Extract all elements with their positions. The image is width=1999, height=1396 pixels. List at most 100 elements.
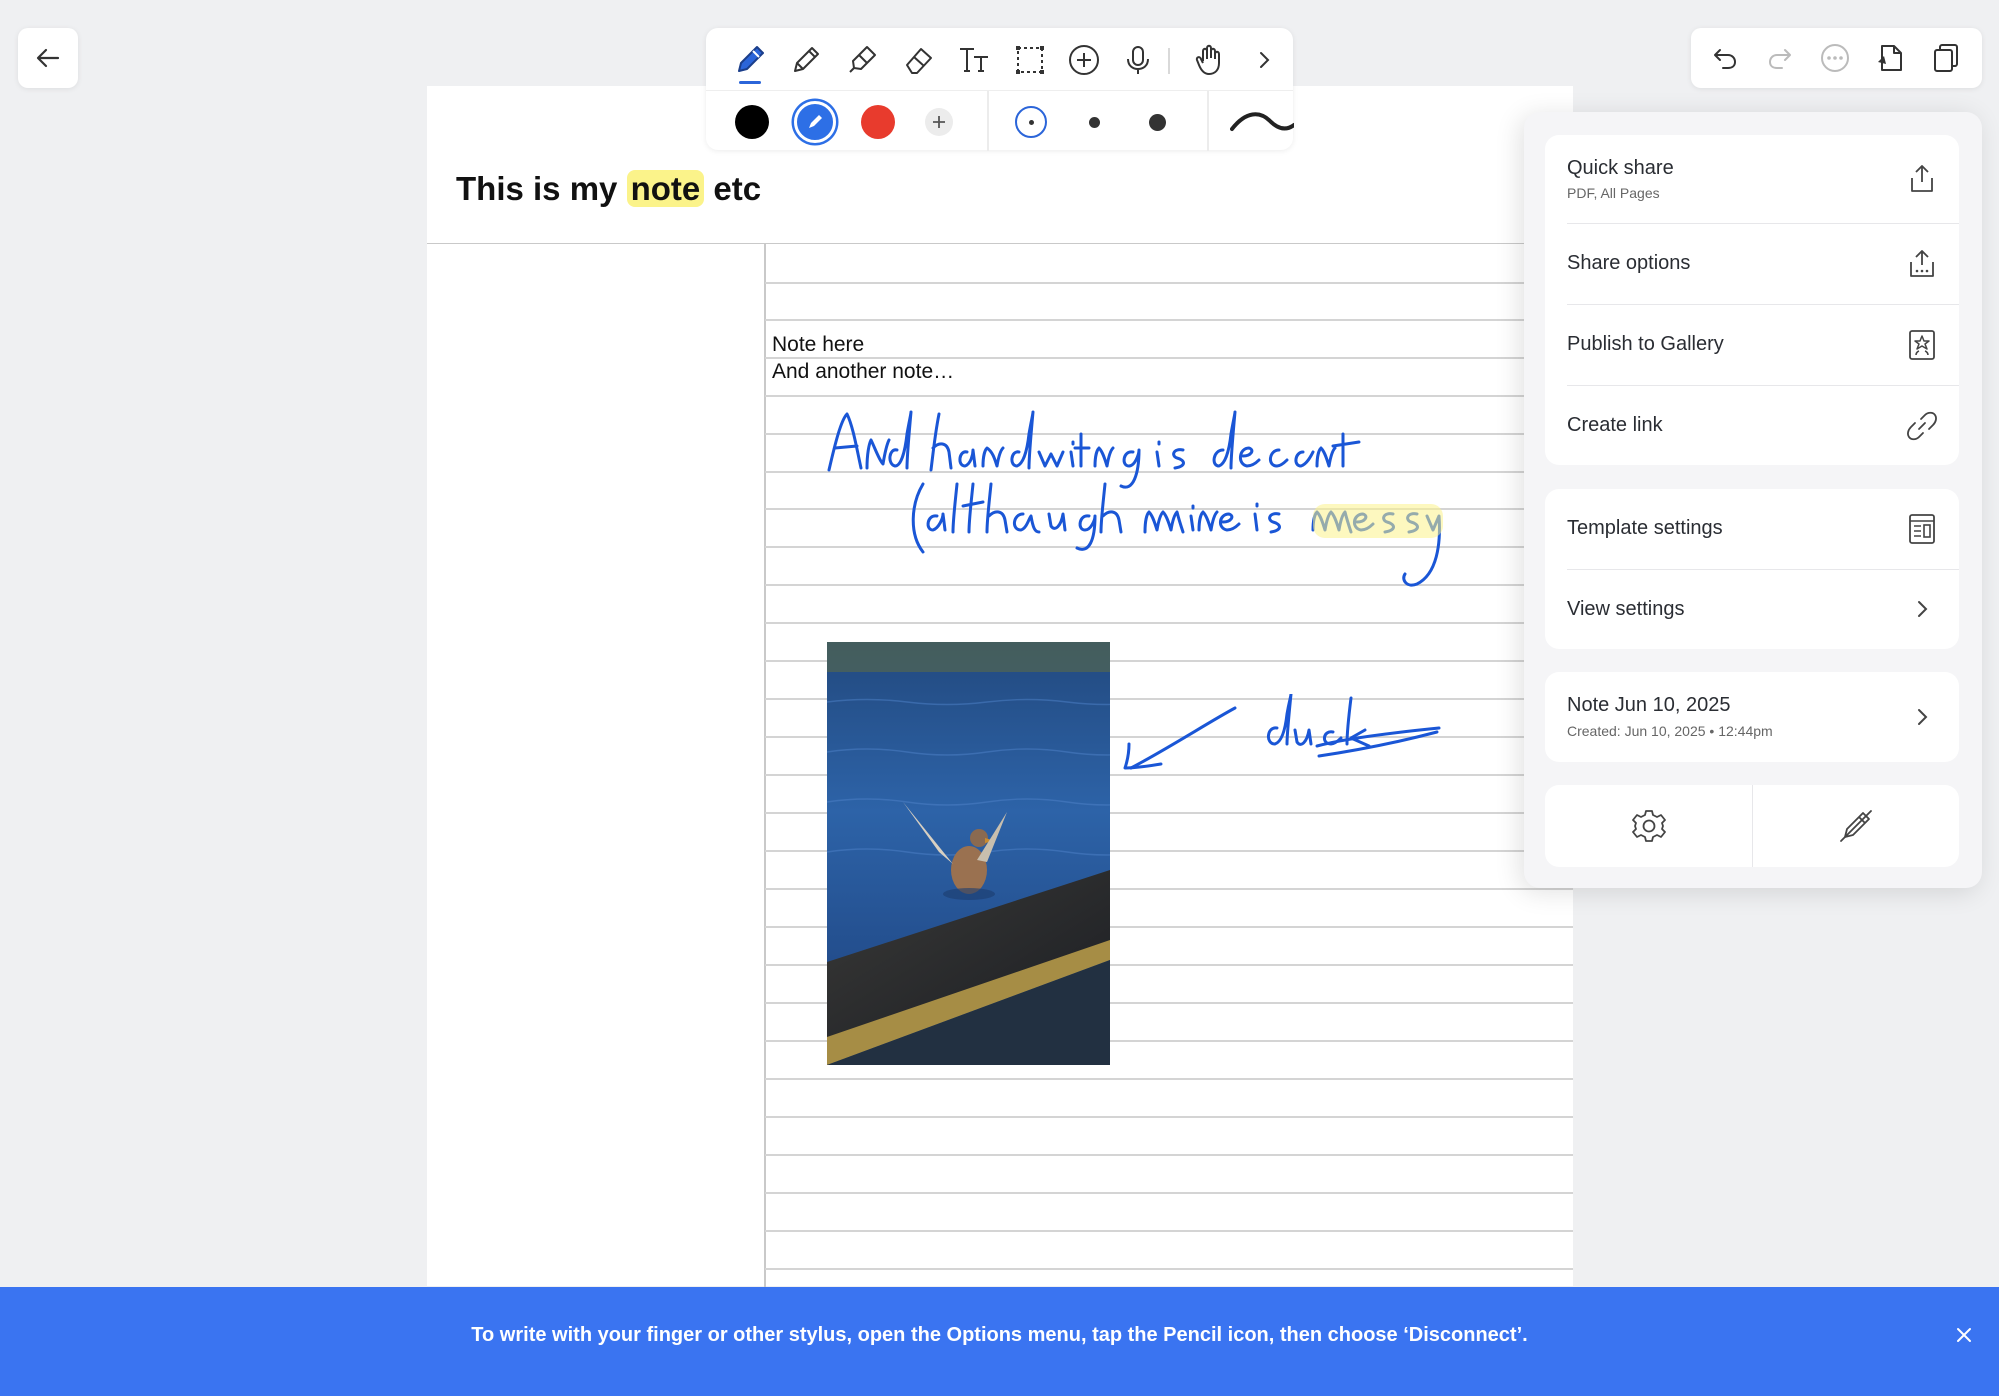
publish-gallery-item[interactable]: Publish to Gallery — [1545, 305, 1959, 385]
share-options-icon — [1905, 247, 1939, 281]
duck-photo[interactable] — [827, 642, 1110, 1065]
view-settings-item[interactable]: View settings — [1545, 570, 1959, 649]
more-options-button[interactable] — [1817, 40, 1853, 76]
link-icon — [1905, 409, 1939, 443]
ruled-line — [765, 1230, 1573, 1232]
options-divider — [987, 91, 989, 151]
pages-button[interactable] — [1927, 40, 1963, 76]
ruled-line — [765, 1078, 1573, 1080]
toolbar-expand-button[interactable] — [1242, 38, 1286, 82]
ruled-line — [765, 1116, 1573, 1118]
arrow-left-icon — [36, 48, 60, 68]
options-divider — [1207, 91, 1209, 151]
chevron-right-icon — [1905, 700, 1939, 734]
back-button[interactable] — [18, 28, 78, 88]
quick-share-sub: PDF, All Pages — [1567, 185, 1660, 201]
share-options-label: Share options — [1567, 252, 1691, 274]
hand-tool-button[interactable] — [1188, 38, 1232, 82]
hand-icon — [1195, 44, 1220, 75]
tool-options-row — [706, 90, 1296, 151]
redo-icon — [1769, 49, 1791, 69]
ruled-line — [765, 1154, 1573, 1156]
gallery-icon — [1905, 328, 1939, 362]
color-black-swatch[interactable] — [735, 105, 769, 139]
undo-icon — [1714, 49, 1736, 69]
drawing-toolbar — [706, 28, 1296, 151]
ruled-line — [765, 395, 1573, 397]
text-tool-button[interactable] — [952, 38, 996, 82]
note-info-card: Note Jun 10, 2025 Created: Jun 10, 2025 … — [1545, 672, 1959, 762]
title-text: This is my — [456, 170, 618, 207]
share-card: Quick share PDF, All Pages Share options… — [1545, 135, 1959, 465]
plus-icon — [933, 116, 945, 128]
undo-button[interactable] — [1707, 40, 1743, 76]
duck-image — [827, 642, 1110, 1065]
stroke-style-button[interactable] — [1230, 103, 1296, 144]
quick-share-item[interactable]: Quick share PDF, All Pages — [1545, 135, 1959, 223]
quick-share-label: Quick share — [1567, 157, 1674, 179]
lasso-select-icon — [1016, 46, 1044, 74]
stroke-size-medium[interactable] — [1078, 106, 1110, 138]
microphone-icon — [1127, 46, 1149, 74]
pages-icon — [1934, 44, 1958, 72]
chevron-right-icon — [1260, 52, 1270, 68]
eraser-tool-button[interactable] — [896, 38, 940, 82]
create-link-label: Create link — [1567, 414, 1663, 436]
template-settings-label: Template settings — [1567, 517, 1723, 539]
ruled-line — [765, 1192, 1573, 1194]
add-icon — [1069, 45, 1099, 75]
ruled-line — [765, 1268, 1573, 1270]
stroke-size-small[interactable] — [1015, 106, 1047, 138]
create-link-item[interactable]: Create link — [1545, 386, 1959, 465]
export-icon — [1878, 45, 1902, 71]
export-button[interactable] — [1872, 40, 1908, 76]
pen-tool-button[interactable] — [728, 38, 772, 84]
template-icon — [1905, 512, 1939, 546]
note-text-line[interactable]: Note here — [772, 333, 864, 357]
view-settings-label: View settings — [1567, 598, 1685, 620]
share-icon — [1905, 162, 1939, 196]
publish-gallery-label: Publish to Gallery — [1567, 333, 1724, 355]
ruled-line — [765, 319, 1573, 321]
note-info-created: Created: Jun 10, 2025 • 12:44pm — [1567, 723, 1773, 739]
pencil-icon — [794, 47, 819, 72]
more-icon — [1821, 44, 1849, 72]
title-text-end: etc — [713, 170, 762, 207]
note-text-line[interactable]: And another note… — [772, 360, 954, 384]
page-title[interactable]: This is my note etc — [456, 170, 761, 208]
note-page[interactable]: This is my note etc Note here And anothe… — [427, 86, 1573, 1344]
text-icon — [960, 48, 988, 72]
page-actions-bar — [1691, 28, 1982, 88]
color-blue-swatch[interactable] — [794, 101, 836, 143]
pen-selected-icon — [809, 115, 822, 128]
arrow-annotation[interactable] — [1119, 694, 1479, 794]
add-element-button[interactable] — [1062, 38, 1106, 82]
redo-button[interactable] — [1762, 40, 1798, 76]
banner-message: To write with your finger or other stylu… — [471, 1324, 1528, 1346]
add-color-button[interactable] — [925, 108, 953, 136]
bottom-actions-card — [1545, 785, 1959, 867]
color-red-swatch[interactable] — [861, 105, 895, 139]
note-info-item[interactable]: Note Jun 10, 2025 Created: Jun 10, 2025 … — [1545, 672, 1959, 762]
tool-row — [706, 28, 1293, 92]
banner-close-button[interactable] — [1950, 1321, 1978, 1349]
lasso-select-tool-button[interactable] — [1008, 38, 1052, 82]
info-banner: To write with your finger or other stylu… — [0, 1287, 1999, 1396]
title-highlight: note — [626, 170, 705, 207]
margin-line — [764, 244, 766, 1344]
ruled-line — [765, 357, 1573, 359]
share-options-item[interactable]: Share options — [1545, 224, 1959, 304]
highlighter-tool-button[interactable] — [840, 38, 884, 82]
highlighter-icon — [849, 46, 876, 73]
template-settings-item[interactable]: Template settings — [1545, 489, 1959, 569]
note-info-title: Note Jun 10, 2025 — [1567, 694, 1731, 716]
pencil-tool-button[interactable] — [784, 38, 828, 82]
pencil-settings-button[interactable] — [1753, 785, 1959, 867]
voice-record-button[interactable] — [1116, 38, 1160, 82]
close-icon — [1957, 1328, 1971, 1342]
settings-button[interactable] — [1545, 785, 1752, 867]
pencil-disconnect-icon — [1840, 810, 1872, 842]
stroke-size-large[interactable] — [1141, 106, 1173, 138]
options-menu: Quick share PDF, All Pages Share options… — [1524, 112, 1982, 888]
pen-icon — [738, 46, 764, 72]
